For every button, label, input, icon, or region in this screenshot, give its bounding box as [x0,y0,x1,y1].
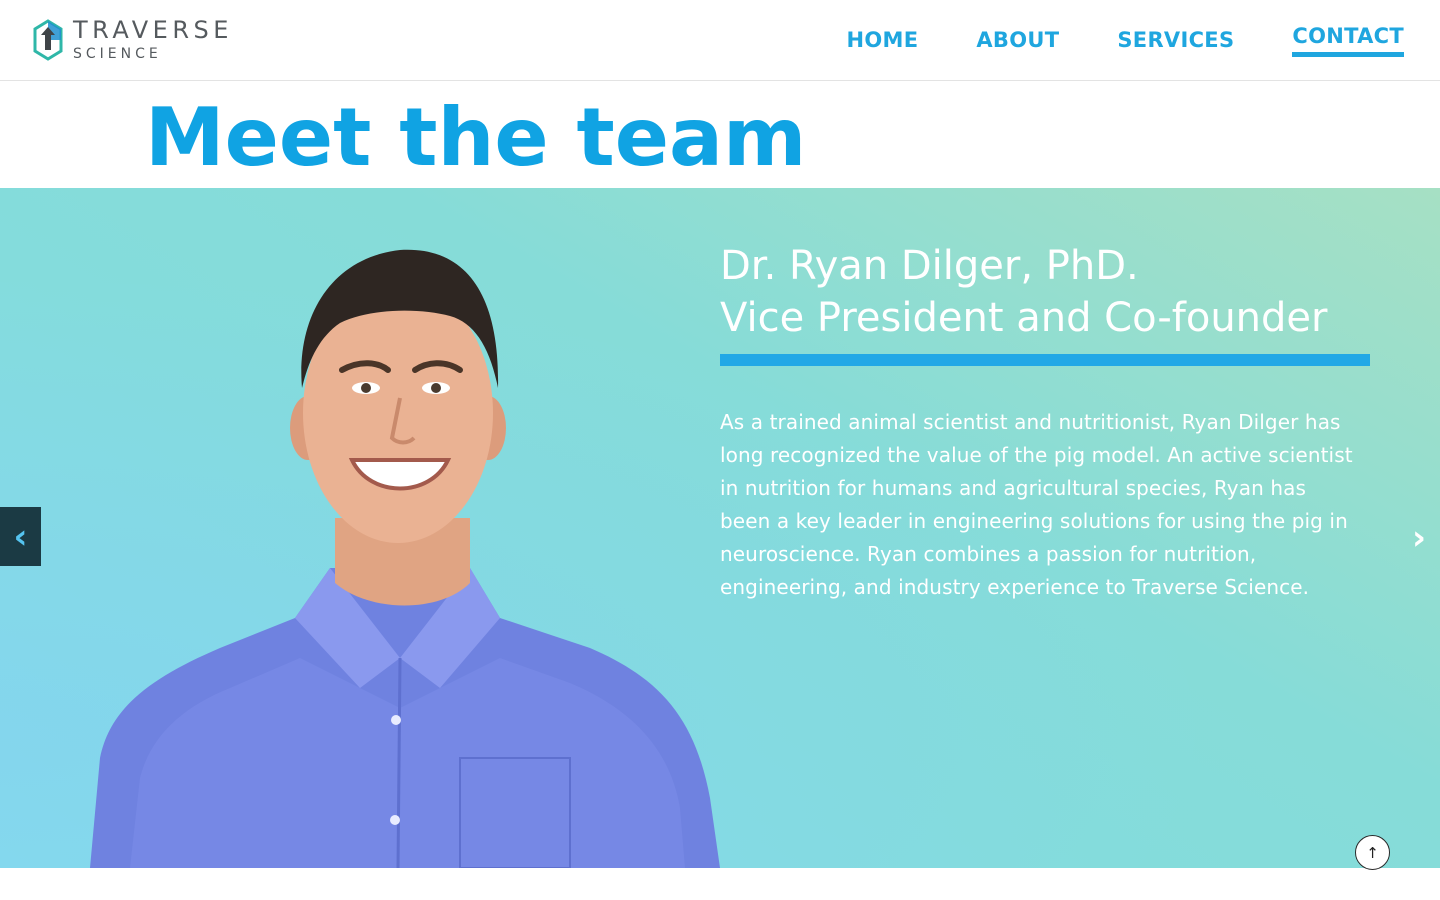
team-member-bio: Dr. Ryan Dilger, PhD. Vice President and… [720,240,1370,604]
nav-contact[interactable]: CONTACT [1292,24,1404,57]
chevron-right-icon: › [1411,518,1426,558]
page-title: Meet the team [145,91,807,184]
title-underline [720,354,1370,366]
main-nav: HOME ABOUT SERVICES CONTACT [789,0,1405,80]
team-member-description: As a trained animal scientist and nutrit… [720,410,1353,599]
site-header: TRAVERSE SCIENCE HOME ABOUT SERVICES CON… [0,0,1440,81]
team-slider: Dr. Ryan Dilger, PhD. Vice President and… [0,188,1440,868]
site-logo[interactable]: TRAVERSE SCIENCE [33,18,233,61]
team-member-role: Vice President and Co-founder [720,295,1328,341]
nav-services[interactable]: SERVICES [1117,28,1234,52]
logo-wordmark: TRAVERSE SCIENCE [73,18,233,61]
nav-about[interactable]: ABOUT [976,28,1059,52]
slider-prev-button[interactable]: ‹ [0,507,41,566]
slider-next-button[interactable]: › [1412,518,1426,558]
team-member-portrait [90,249,720,868]
logo-hexagon-arrow-icon [33,18,63,61]
logo-tagline: SCIENCE [73,46,162,62]
team-member-name: Dr. Ryan Dilger, PhD. [720,243,1139,289]
arrow-up-icon: ↑ [1366,843,1379,862]
chevron-left-icon: ‹ [13,516,28,557]
logo-title: TRAVERSE [73,16,233,44]
nav-home[interactable]: HOME [847,28,919,52]
scroll-to-top-button[interactable]: ↑ [1355,835,1390,870]
